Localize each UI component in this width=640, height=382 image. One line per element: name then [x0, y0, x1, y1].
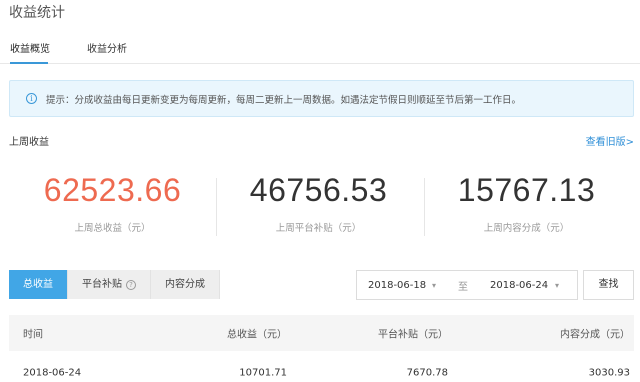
end-date-input[interactable]: 2018-06-24: [490, 280, 548, 291]
segment-platform-subsidy[interactable]: 平台补贴 ?: [68, 270, 151, 299]
stat-value: 46756.53: [249, 172, 388, 208]
date-separator: 至: [458, 281, 468, 293]
notice-banner: i 提示：分成收益由每日更新变更为每周更新，每周二更新上一周数据。如遇法定节假日…: [9, 80, 634, 117]
chevron-down-icon[interactable]: ▾: [432, 281, 436, 290]
column-header: 平台补贴（元）: [378, 329, 448, 341]
active-tab-indicator: [10, 62, 48, 64]
stat-label: 上周内容分成（元）: [483, 223, 570, 234]
table-cell: 7670.78: [406, 367, 448, 379]
tab-bar: 收益概览 收益分析: [0, 33, 640, 64]
info-icon: i: [26, 93, 37, 104]
stat-platform-subsidy: 46756.53 上周平台补贴（元）: [216, 170, 421, 234]
tab-overview[interactable]: 收益概览: [10, 40, 50, 55]
column-header: 时间: [23, 329, 43, 341]
table-row: 2018-06-24 10701.71 7670.78 3030.93: [9, 351, 634, 382]
income-table: 时间 总收益（元） 平台补贴（元） 内容分成（元） 2018-06-24 107…: [9, 315, 634, 382]
help-icon[interactable]: ?: [126, 279, 136, 290]
section-title: 上周收益: [9, 137, 49, 148]
stat-value: 15767.13: [457, 172, 596, 208]
segment-total-income[interactable]: 总收益: [9, 270, 68, 299]
segment-label: 平台补贴: [82, 279, 122, 290]
stat-content-share: 15767.13 上周内容分成（元）: [424, 170, 629, 234]
table-cell: 3030.93: [588, 367, 630, 379]
search-button[interactable]: 查找: [583, 270, 634, 300]
table-header: 时间 总收益（元） 平台补贴（元） 内容分成（元）: [9, 315, 634, 351]
stat-label: 上周平台补贴（元）: [275, 223, 362, 234]
date-range-picker: 2018-06-18 ▾ 至 2018-06-24 ▾: [356, 270, 578, 300]
column-header: 总收益（元）: [227, 329, 287, 341]
stat-label: 上周总收益（元）: [74, 223, 151, 234]
start-date-input[interactable]: 2018-06-18: [368, 280, 426, 291]
notice-text: 提示：分成收益由每日更新变更为每周更新，每周二更新上一周数据。如遇法定节假日则顺…: [46, 94, 522, 106]
segment-content-share[interactable]: 内容分成: [151, 270, 220, 299]
table-cell: 2018-06-24: [23, 367, 82, 379]
stat-value: 62523.66: [43, 172, 182, 208]
page-title: 收益统计: [9, 5, 65, 21]
stat-total-income: 62523.66 上周总收益（元）: [10, 170, 215, 234]
chevron-down-icon[interactable]: ▾: [555, 281, 559, 290]
view-old-version-link[interactable]: 查看旧版>: [586, 133, 634, 148]
income-type-segmented-control: 总收益 平台补贴 ? 内容分成: [9, 270, 220, 299]
table-cell: 10701.71: [239, 367, 287, 379]
tab-analysis[interactable]: 收益分析: [87, 40, 127, 55]
column-header: 内容分成（元）: [560, 329, 630, 341]
